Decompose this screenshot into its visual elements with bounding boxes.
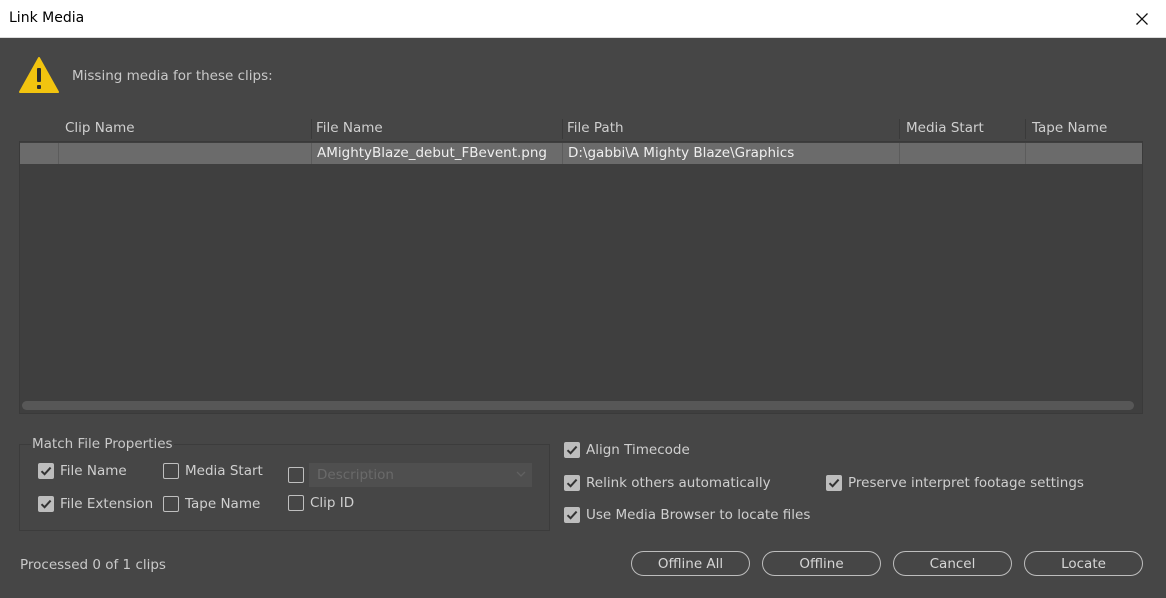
file-name-checkbox[interactable]: [38, 463, 54, 479]
cell-media-start: [899, 143, 1025, 164]
checkmark-icon: [40, 499, 52, 509]
status-text: Processed 0 of 1 clips: [20, 557, 166, 573]
checkmark-icon: [566, 445, 578, 455]
warning-icon: [19, 57, 59, 93]
column-divider[interactable]: [562, 119, 563, 139]
clips-table: Clip Name File Name File Path Media Star…: [19, 117, 1143, 414]
use-media-browser-label: Use Media Browser to locate files: [586, 507, 811, 523]
relink-others-label: Relink others automatically: [586, 475, 771, 491]
align-timecode-checkbox[interactable]: [564, 442, 580, 458]
column-tape-name[interactable]: Tape Name: [1032, 120, 1107, 136]
column-media-start[interactable]: Media Start: [906, 120, 984, 136]
align-timecode-label: Align Timecode: [586, 442, 690, 458]
tape-name-label: Tape Name: [185, 496, 261, 512]
media-start-label: Media Start: [185, 463, 263, 479]
cell-file-path: D:\gabbi\A Mighty Blaze\Graphics: [568, 145, 795, 161]
relink-others-checkbox[interactable]: [564, 475, 580, 491]
checkmark-icon: [566, 478, 578, 488]
use-media-browser-checkbox[interactable]: [564, 507, 580, 523]
table-row[interactable]: AMightyBlaze_debut_FBevent.png D:\gabbi\…: [20, 143, 1142, 164]
column-file-path[interactable]: File Path: [567, 120, 624, 136]
file-extension-label: File Extension: [60, 496, 154, 512]
close-button[interactable]: [1118, 0, 1166, 38]
offline-button[interactable]: Offline: [762, 551, 881, 576]
table-header: Clip Name File Name File Path Media Star…: [19, 117, 1143, 141]
checkmark-icon: [828, 478, 840, 488]
missing-media-message: Missing media for these clips:: [72, 68, 273, 84]
clip-id-checkbox[interactable]: [288, 495, 304, 511]
horizontal-scrollbar[interactable]: [22, 401, 1134, 410]
match-file-properties-group: [19, 444, 550, 531]
description-checkbox[interactable]: [288, 467, 304, 483]
clip-id-label: Clip ID: [310, 495, 355, 511]
cell-tape-name: [1025, 143, 1142, 164]
match-file-properties-label: Match File Properties: [31, 436, 174, 452]
column-divider[interactable]: [1025, 119, 1026, 139]
locate-button[interactable]: Locate: [1024, 551, 1143, 576]
checkmark-icon: [566, 510, 578, 520]
link-media-dialog: Link Media Missing media for these clips…: [0, 0, 1166, 598]
file-extension-checkbox[interactable]: [38, 496, 54, 512]
window-title: Link Media: [9, 10, 85, 26]
chevron-down-icon: [516, 471, 526, 477]
close-icon: [1136, 13, 1148, 25]
column-divider[interactable]: [311, 119, 312, 139]
column-divider[interactable]: [899, 119, 900, 139]
file-name-label: File Name: [60, 463, 127, 479]
column-clip-name[interactable]: Clip Name: [65, 120, 135, 136]
cell-clip-name: [59, 143, 311, 164]
preserve-interpret-label: Preserve interpret footage settings: [848, 475, 1084, 491]
checkmark-icon: [40, 466, 52, 476]
description-dropdown[interactable]: Description: [309, 463, 532, 487]
table-body: AMightyBlaze_debut_FBevent.png D:\gabbi\…: [19, 141, 1143, 414]
preserve-interpret-checkbox[interactable]: [826, 475, 842, 491]
tape-name-checkbox[interactable]: [163, 496, 179, 512]
cancel-button[interactable]: Cancel: [893, 551, 1012, 576]
media-start-checkbox[interactable]: [163, 463, 179, 479]
description-dropdown-value: Description: [317, 467, 394, 483]
column-file-name[interactable]: File Name: [316, 120, 383, 136]
title-bar: Link Media: [0, 0, 1166, 38]
cell-file-name: AMightyBlaze_debut_FBevent.png: [317, 145, 547, 161]
offline-all-button[interactable]: Offline All: [631, 551, 750, 576]
